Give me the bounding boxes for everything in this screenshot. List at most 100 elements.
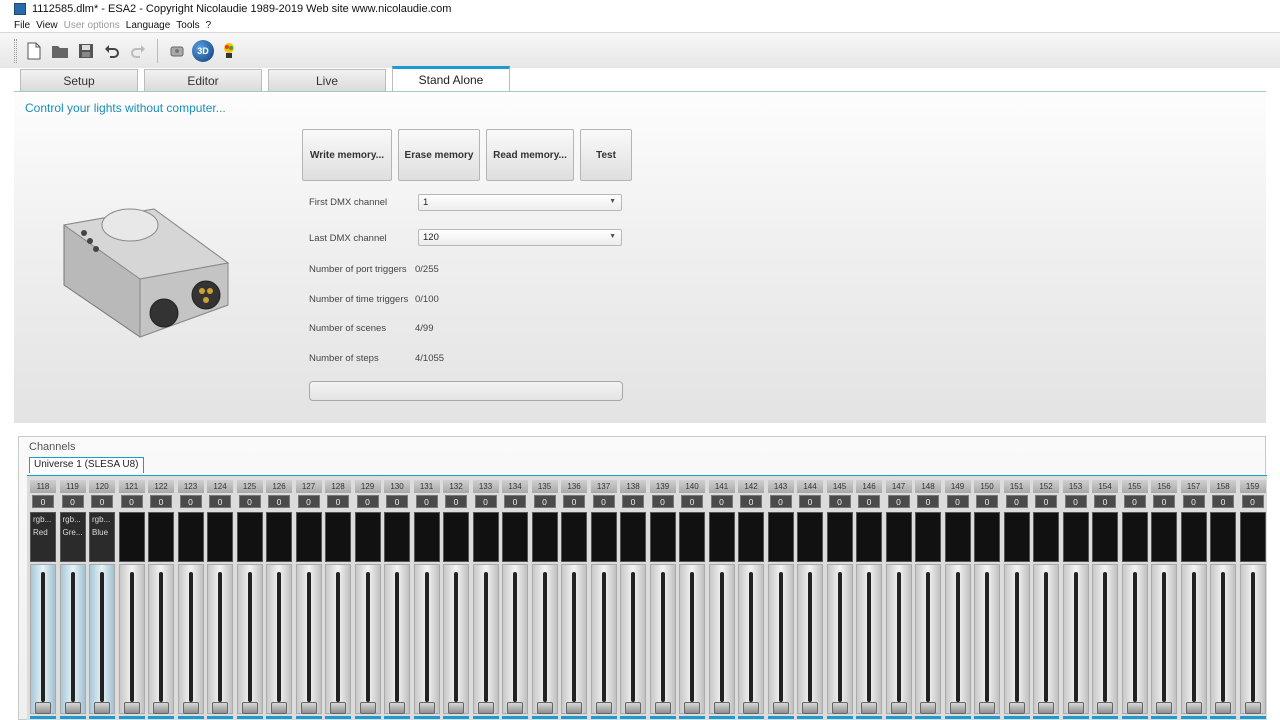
fader-track[interactable]	[778, 572, 783, 702]
channel-value[interactable]: 0	[150, 495, 172, 508]
fader-track[interactable]	[247, 572, 252, 702]
fader-track[interactable]	[572, 572, 576, 702]
fader-track[interactable]	[1044, 572, 1048, 702]
channel-value[interactable]: 0	[681, 495, 703, 508]
fader-handle[interactable]	[1126, 702, 1143, 714]
universe-tab[interactable]: Universe 1 (SLESA U8)	[29, 457, 144, 473]
fader-track[interactable]	[395, 572, 399, 702]
channel-value[interactable]: 0	[1064, 495, 1087, 508]
channel-value[interactable]: 0	[828, 495, 851, 508]
channel-value[interactable]: 0	[179, 495, 202, 508]
channel-value[interactable]: 0	[1123, 495, 1146, 508]
fader-track[interactable]	[306, 572, 311, 702]
channel-value[interactable]: 0	[356, 495, 379, 508]
menu-tools[interactable]: Tools	[176, 20, 199, 31]
fader-track[interactable]	[100, 572, 104, 702]
fader-track[interactable]	[483, 572, 488, 702]
first-dmx-select[interactable]: 1 ▼	[418, 194, 622, 211]
undo-icon[interactable]	[101, 40, 123, 62]
channel-value[interactable]: 0	[710, 495, 733, 508]
read-memory-button[interactable]: Read memory...	[486, 129, 574, 181]
last-dmx-select[interactable]: 120 ▼	[418, 229, 622, 246]
fader-track[interactable]	[188, 572, 193, 702]
channel-value[interactable]: 0	[946, 495, 969, 508]
fader-handle[interactable]	[35, 702, 51, 714]
fader-track[interactable]	[1014, 572, 1019, 702]
redo-icon[interactable]	[127, 40, 149, 62]
channel-value[interactable]: 0	[268, 495, 290, 508]
fader-track[interactable]	[926, 572, 930, 702]
menu-language[interactable]: Language	[126, 20, 171, 31]
fader-track[interactable]	[837, 572, 842, 702]
fader-track[interactable]	[985, 572, 989, 702]
fader-track[interactable]	[1132, 572, 1137, 702]
device-icon[interactable]	[166, 40, 188, 62]
tab-stand-alone[interactable]: Stand Alone	[392, 66, 510, 91]
fader-track[interactable]	[1162, 572, 1166, 702]
fader-track[interactable]	[955, 572, 960, 702]
fader-track[interactable]	[660, 572, 665, 702]
channel-value[interactable]: 0	[769, 495, 792, 508]
bulb-icon[interactable]	[218, 40, 240, 62]
channel-value[interactable]: 0	[445, 495, 467, 508]
fader-handle[interactable]	[861, 702, 877, 714]
fader-track[interactable]	[749, 572, 753, 702]
fader-handle[interactable]	[1038, 702, 1054, 714]
channel-value[interactable]: 0	[386, 495, 408, 508]
channel-value[interactable]: 0	[327, 495, 349, 508]
fader-track[interactable]	[277, 572, 281, 702]
fader-handle[interactable]	[566, 702, 582, 714]
3d-visualizer-icon[interactable]: 3D	[192, 39, 214, 62]
tab-live[interactable]: Live	[268, 69, 386, 91]
test-button[interactable]: Test	[580, 129, 632, 181]
fader-handle[interactable]	[448, 702, 464, 714]
channel-value[interactable]: 0	[1094, 495, 1116, 508]
fader-track[interactable]	[159, 572, 163, 702]
fader-track[interactable]	[70, 572, 75, 702]
fader-handle[interactable]	[949, 702, 966, 714]
channel-value[interactable]: 0	[740, 495, 762, 508]
channel-value[interactable]: 0	[799, 495, 821, 508]
fader-handle[interactable]	[477, 702, 494, 714]
open-folder-icon[interactable]	[49, 40, 71, 62]
menu-view[interactable]: View	[36, 20, 58, 31]
menu-file[interactable]: File	[14, 20, 30, 31]
channel-value[interactable]: 0	[1005, 495, 1028, 508]
channel-value[interactable]: 0	[887, 495, 910, 508]
tab-editor[interactable]: Editor	[144, 69, 262, 91]
fader-handle[interactable]	[359, 702, 376, 714]
fader-handle[interactable]	[979, 702, 995, 714]
fader-handle[interactable]	[330, 702, 346, 714]
fader-handle[interactable]	[595, 702, 612, 714]
channel-value[interactable]: 0	[976, 495, 998, 508]
write-memory-button[interactable]: Write memory...	[302, 129, 392, 181]
fader-track[interactable]	[1250, 572, 1255, 702]
channel-value[interactable]: 0	[651, 495, 674, 508]
fader-handle[interactable]	[1097, 702, 1113, 714]
fader-handle[interactable]	[1185, 702, 1202, 714]
fader-handle[interactable]	[418, 702, 435, 714]
fader-track[interactable]	[601, 572, 606, 702]
channel-value[interactable]: 0	[622, 495, 644, 508]
channel-value[interactable]: 0	[533, 495, 556, 508]
fader-track[interactable]	[365, 572, 370, 702]
fader-track[interactable]	[896, 572, 901, 702]
fader-handle[interactable]	[153, 702, 169, 714]
fader-track[interactable]	[218, 572, 222, 702]
channel-value[interactable]: 0	[32, 495, 54, 508]
toolbar-grip[interactable]	[14, 38, 17, 63]
fader-track[interactable]	[454, 572, 458, 702]
channel-value[interactable]: 0	[474, 495, 497, 508]
fader-handle[interactable]	[241, 702, 258, 714]
channel-value[interactable]: 0	[91, 495, 113, 508]
fader-handle[interactable]	[625, 702, 641, 714]
fader-track[interactable]	[513, 572, 517, 702]
fader-track[interactable]	[41, 572, 45, 702]
fader-handle[interactable]	[507, 702, 523, 714]
fader-handle[interactable]	[1244, 702, 1261, 714]
channel-value[interactable]: 0	[1182, 495, 1205, 508]
fader-handle[interactable]	[94, 702, 110, 714]
fader-track[interactable]	[1191, 572, 1196, 702]
fader-track[interactable]	[631, 572, 635, 702]
fader-track[interactable]	[336, 572, 340, 702]
